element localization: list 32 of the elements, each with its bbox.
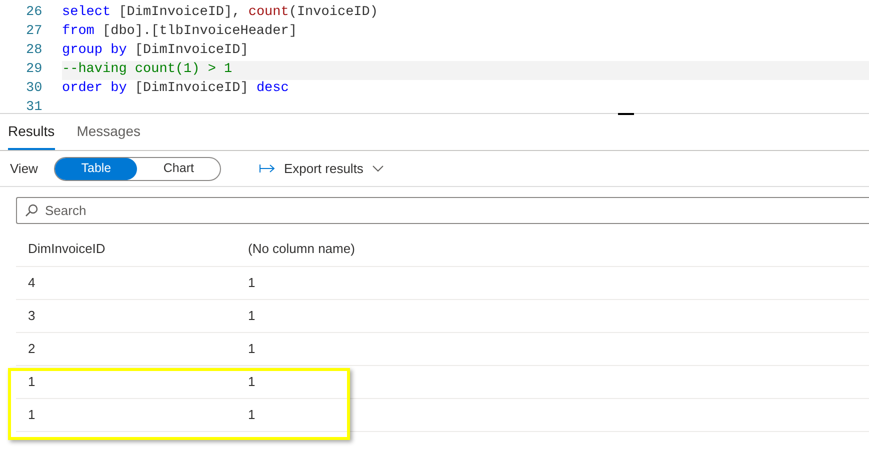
- table-cell-text: 1: [248, 340, 256, 358]
- line-number: 28: [25, 42, 44, 60]
- line-number: 30: [25, 80, 44, 98]
- table-cell-text: 1: [27, 406, 36, 424]
- table-cell-text: 1: [248, 274, 256, 292]
- table-cell-text: 1: [27, 373, 36, 392]
- arrow-icon: [258, 164, 275, 173]
- export-results-button[interactable]: Export results: [258, 158, 384, 178]
- chevron-down-icon: [372, 165, 384, 172]
- table-cell-text: 1: [248, 373, 256, 392]
- view-option[interactable]: Chart: [137, 158, 220, 180]
- tab[interactable]: Messages: [76, 114, 140, 150]
- view-label: View: [10, 160, 38, 178]
- code-line: from [dbo].[tlbInvoiceHeader]: [62, 23, 298, 42]
- table-cell-text: 3: [27, 307, 36, 326]
- table-cell-text: 2: [27, 340, 36, 358]
- view-option[interactable]: Table: [54, 158, 138, 180]
- code-line: select [DimInvoiceID], count(InvoiceID): [62, 4, 379, 22]
- line-number: 26: [25, 4, 44, 22]
- tab[interactable]: Results: [8, 114, 55, 150]
- column-header: DimInvoiceID: [27, 240, 106, 258]
- text-cursor: [618, 113, 634, 115]
- line-number: 29: [25, 61, 44, 80]
- code-line: order by [DimInvoiceID] desc: [62, 80, 290, 98]
- search-icon: [25, 204, 38, 217]
- column-header: (No column name): [248, 240, 356, 258]
- line-number: 27: [25, 23, 44, 42]
- search-field[interactable]: Search: [16, 197, 869, 224]
- table-cell-text: 1: [248, 406, 256, 424]
- code-line: group by [DimInvoiceID]: [62, 42, 250, 60]
- table-cell-text: 1: [248, 307, 256, 326]
- table-cell-text: 4: [27, 274, 36, 292]
